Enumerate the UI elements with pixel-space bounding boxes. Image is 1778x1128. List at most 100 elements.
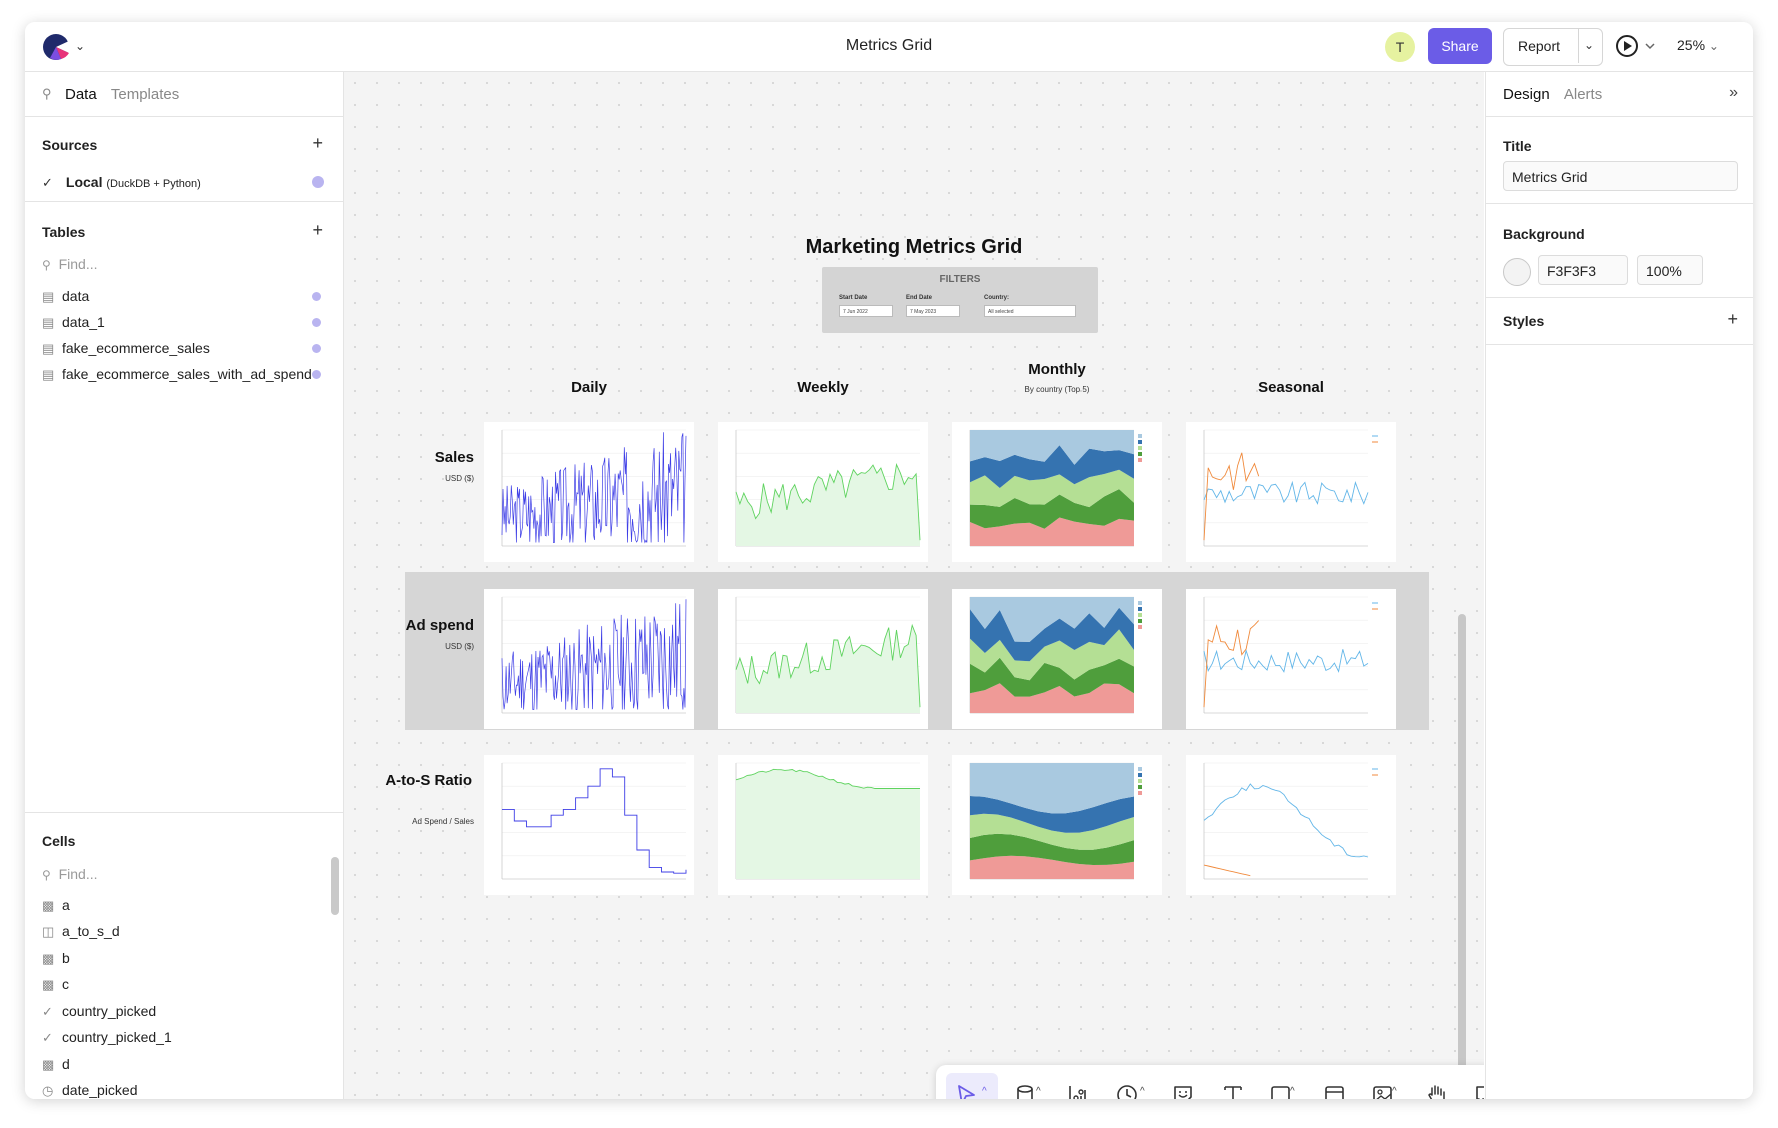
shape-tool[interactable]: ^ xyxy=(1260,1073,1308,1099)
pointer-tool[interactable]: ^ xyxy=(946,1073,998,1099)
tab-data[interactable]: Data xyxy=(65,86,97,103)
table-item[interactable]: ▤ data_1 xyxy=(42,314,105,331)
chart-adspend-seasonal[interactable] xyxy=(1186,589,1396,729)
comment-tool[interactable] xyxy=(1464,1073,1484,1099)
chevron-up-icon[interactable]: ^ xyxy=(982,1086,987,1097)
share-button[interactable]: Share xyxy=(1428,28,1492,64)
play-icon xyxy=(1616,35,1655,57)
document-title[interactable]: Metrics Grid xyxy=(25,37,1753,55)
chart-adspend-daily[interactable] xyxy=(484,589,694,729)
chevron-up-icon[interactable]: ^ xyxy=(1290,1086,1295,1097)
tab-alerts[interactable]: Alerts xyxy=(1564,86,1602,103)
chevron-up-icon[interactable]: ^ xyxy=(1140,1086,1145,1097)
end-date-input[interactable]: 7 May 2023 xyxy=(906,305,960,317)
chart-ratio-seasonal[interactable] xyxy=(1186,755,1396,895)
chevron-down-icon: ⌄ xyxy=(1708,39,1719,53)
chart-icon: ▩ xyxy=(42,898,55,913)
chart-adspend-weekly[interactable] xyxy=(718,589,928,729)
add-style-button[interactable]: + xyxy=(1727,309,1738,330)
add-source-button[interactable]: + xyxy=(312,133,323,154)
legend-swatch xyxy=(1138,619,1142,623)
legend-swatch xyxy=(1138,607,1142,611)
filters-title: FILTERS xyxy=(939,274,981,285)
mini-chart-svg xyxy=(969,762,1142,880)
country-select[interactable]: All selected xyxy=(984,305,1076,317)
table-item[interactable]: ▤ fake_ecommerce_sales_with_ad_spend xyxy=(42,366,312,383)
row-label-sales: Sales xyxy=(434,449,474,466)
chart-sales-monthly[interactable] xyxy=(952,422,1162,562)
hand-tool[interactable] xyxy=(1416,1073,1460,1099)
chevron-up-icon[interactable]: ^ xyxy=(1392,1086,1397,1097)
data-tool[interactable]: ^ xyxy=(1006,1073,1054,1099)
mini-chart-svg xyxy=(735,596,921,714)
shape-icon xyxy=(1271,1086,1290,1099)
search-icon[interactable]: ⚲ xyxy=(42,86,52,102)
chart-adspend-monthly[interactable] xyxy=(952,589,1162,729)
date-input-tool[interactable]: ^ xyxy=(1106,1073,1154,1099)
cell-name: date_picked xyxy=(62,1082,138,1098)
cell-item[interactable]: ▩ d xyxy=(42,1056,70,1073)
cell-item[interactable]: ◫ a_to_s_d xyxy=(42,923,120,940)
chevron-up-icon[interactable]: ^ xyxy=(1036,1086,1041,1097)
chevron-down-icon[interactable]: ⌄ xyxy=(1584,38,1594,52)
mini-chart-svg xyxy=(969,596,1142,714)
cell-name: a xyxy=(62,897,70,913)
checklist-icon: ✓ xyxy=(42,1004,53,1019)
cell-item[interactable]: ▩ c xyxy=(42,976,69,993)
start-date-input[interactable]: 7 Jun 2022 xyxy=(839,305,893,317)
collapse-panel-icon[interactable]: » xyxy=(1729,84,1738,102)
table-item[interactable]: ▤ data xyxy=(42,288,89,305)
cell-item[interactable]: ✓ country_picked_1 xyxy=(42,1029,172,1046)
cells-scrollbar[interactable] xyxy=(331,857,339,915)
top-bar: ⌄ Metrics Grid T Share Report ⌄ 25% ⌄ xyxy=(25,22,1753,72)
background-hex-input[interactable]: F3F3F3 xyxy=(1538,255,1628,285)
background-label: Background xyxy=(1503,226,1585,242)
source-item-local[interactable]: ✓ Local (DuckDB + Python) xyxy=(42,174,201,191)
title-input[interactable]: Metrics Grid xyxy=(1503,161,1738,191)
image-tool[interactable]: ^ xyxy=(1362,1073,1410,1099)
add-table-button[interactable]: + xyxy=(312,220,323,241)
sticky-note-tool[interactable] xyxy=(1162,1073,1206,1099)
chart-ratio-daily[interactable] xyxy=(484,755,694,895)
chart-sales-daily[interactable] xyxy=(484,422,694,562)
avatar[interactable]: T xyxy=(1385,32,1415,62)
board-title[interactable]: Marketing Metrics Grid xyxy=(344,236,1484,259)
column-heading-seasonal: Seasonal xyxy=(1258,379,1324,396)
background-opacity-input[interactable]: 100% xyxy=(1637,255,1703,285)
chart-sales-weekly[interactable] xyxy=(718,422,928,562)
cell-name: c xyxy=(62,976,69,992)
background-color-swatch[interactable] xyxy=(1503,258,1531,286)
cell-name: country_picked xyxy=(62,1003,157,1019)
mini-chart-svg xyxy=(501,596,687,714)
cell-name: b xyxy=(62,950,70,966)
chart-tool[interactable] xyxy=(1058,1073,1102,1099)
zoom-value: 25% xyxy=(1677,37,1706,53)
tab-design[interactable]: Design xyxy=(1503,86,1550,103)
text-tool[interactable] xyxy=(1212,1073,1256,1099)
hand-icon xyxy=(1428,1085,1445,1099)
frame-tool[interactable] xyxy=(1314,1073,1358,1099)
cell-item[interactable]: ▩ b xyxy=(42,950,70,967)
tab-templates[interactable]: Templates xyxy=(111,86,179,103)
mini-chart-svg xyxy=(1203,596,1378,714)
frame-icon xyxy=(1325,1086,1344,1099)
cell-item[interactable]: ▩ a xyxy=(42,897,70,914)
canvas-vertical-scrollbar[interactable] xyxy=(1458,614,1466,1076)
file-icon: ▤ xyxy=(42,315,55,330)
report-button[interactable]: Report ⌄ xyxy=(1503,28,1603,66)
table-item[interactable]: ▤ fake_ecommerce_sales xyxy=(42,340,210,357)
chart-sales-seasonal[interactable] xyxy=(1186,422,1396,562)
canvas[interactable]: Marketing Metrics Grid FILTERS Start Dat… xyxy=(344,72,1484,1099)
cell-item[interactable]: ✓ country_picked xyxy=(42,1003,156,1020)
chart-ratio-monthly[interactable] xyxy=(952,755,1162,895)
chart-icon xyxy=(1069,1086,1086,1099)
legend-swatch xyxy=(1138,452,1142,456)
chart-ratio-weekly[interactable] xyxy=(718,755,928,895)
legend-swatch xyxy=(1138,779,1142,783)
zoom-select[interactable]: 25% ⌄ xyxy=(1677,37,1719,53)
tables-find-input[interactable]: ⚲ Find... xyxy=(42,256,97,272)
present-button[interactable] xyxy=(1615,32,1665,60)
cells-find-input[interactable]: ⚲ Find... xyxy=(42,866,97,882)
cell-item[interactable]: ◷ date_picked xyxy=(42,1082,138,1099)
column-heading-daily: Daily xyxy=(571,379,607,396)
